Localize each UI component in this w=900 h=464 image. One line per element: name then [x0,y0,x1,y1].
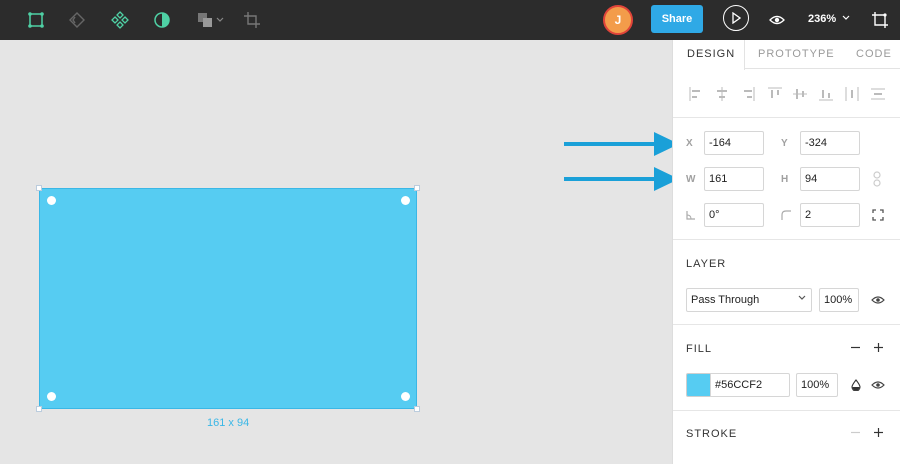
selected-rectangle[interactable] [39,188,417,409]
chevron-down-icon [798,295,806,300]
x-input[interactable]: -164 [704,131,764,155]
resize-handle-bottom-right[interactable] [414,406,420,412]
divider [673,117,900,118]
resize-handle-bottom-left[interactable] [36,406,42,412]
align-vertical-center-icon[interactable] [792,86,808,102]
chevron-down-icon[interactable] [213,8,227,32]
independent-corners-icon[interactable] [872,209,884,221]
alignment-toolbar [673,78,900,110]
eye-icon[interactable] [765,8,789,32]
components-icon[interactable] [108,8,132,32]
stroke-section-title: STROKE [686,428,738,440]
align-top-icon[interactable] [767,86,783,102]
corner-radius-handle[interactable] [401,196,410,205]
avatar[interactable]: J [603,5,633,35]
tab-prototype[interactable]: PROTOTYPE [758,48,835,60]
corner-radius-handle[interactable] [47,392,56,401]
tab-code[interactable]: CODE [856,48,892,60]
layer-section-title: LAYER [686,258,727,270]
fill-color-swatch[interactable] [686,373,710,397]
width-input[interactable]: 161 [704,167,764,191]
crop-icon[interactable] [240,8,264,32]
w-label: W [686,174,696,185]
x-label: X [686,138,693,149]
rotation-icon [686,211,695,220]
height-input[interactable]: 94 [800,167,860,191]
align-bottom-icon[interactable] [818,86,834,102]
divider [673,324,900,325]
share-button[interactable]: Share [651,5,703,33]
resize-frame-icon[interactable] [868,8,892,32]
corner-radius-icon [781,210,791,220]
blend-mode-select[interactable]: Pass Through [686,288,812,312]
fill-visibility-eye-icon[interactable] [871,380,885,390]
corner-radius-handle[interactable] [401,392,410,401]
layer-visibility-eye-icon[interactable] [871,295,885,305]
align-left-icon[interactable] [688,86,704,102]
rotation-input[interactable]: 0° [704,203,764,227]
blend-drop-icon[interactable] [851,379,861,391]
align-right-icon[interactable] [740,86,756,102]
h-label: H [781,174,789,185]
dimension-label: 161 x 94 [207,417,250,429]
resize-handle-top-left[interactable] [36,185,42,191]
top-toolbar: J Share 236% [0,0,900,40]
distribute-horizontal-icon[interactable] [844,86,860,102]
divider [673,410,900,411]
canvas[interactable]: 161 x 94 [0,40,679,464]
avatar-initial: J [614,13,622,27]
annotation-arrows [564,132,679,191]
frame-tool-icon[interactable] [24,8,48,32]
distribute-vertical-icon[interactable] [870,86,886,102]
add-fill-button[interactable] [873,340,884,356]
blend-mode-value: Pass Through [691,294,760,306]
layer-opacity-input[interactable]: 100% [819,288,859,312]
inspector-panel: DESIGN PROTOTYPE CODE X -164 Y -324 W 16… [672,40,900,464]
y-input[interactable]: -324 [800,131,860,155]
remove-stroke-button [850,425,861,441]
y-label: Y [781,138,788,149]
resize-handle-top-right[interactable] [414,185,420,191]
fill-section-title: FILL [686,343,713,355]
play-icon[interactable] [723,5,749,31]
component-swap-icon[interactable] [65,8,89,32]
zoom-chevron-icon[interactable] [842,13,850,23]
contrast-icon[interactable] [150,8,174,32]
fill-hex-input[interactable]: #56CCF2 [710,373,790,397]
tab-design[interactable]: DESIGN [687,48,735,60]
corner-radius-handle[interactable] [47,196,56,205]
zoom-level[interactable]: 236% [808,13,836,25]
fill-opacity-input[interactable]: 100% [796,373,838,397]
add-stroke-button[interactable] [873,425,884,441]
constrain-proportions-icon[interactable] [872,171,882,187]
remove-fill-button[interactable] [850,340,861,356]
divider [673,239,900,240]
panel-tabs: DESIGN PROTOTYPE CODE [673,40,900,70]
align-horizontal-center-icon[interactable] [714,86,730,102]
corner-radius-input[interactable]: 2 [800,203,860,227]
